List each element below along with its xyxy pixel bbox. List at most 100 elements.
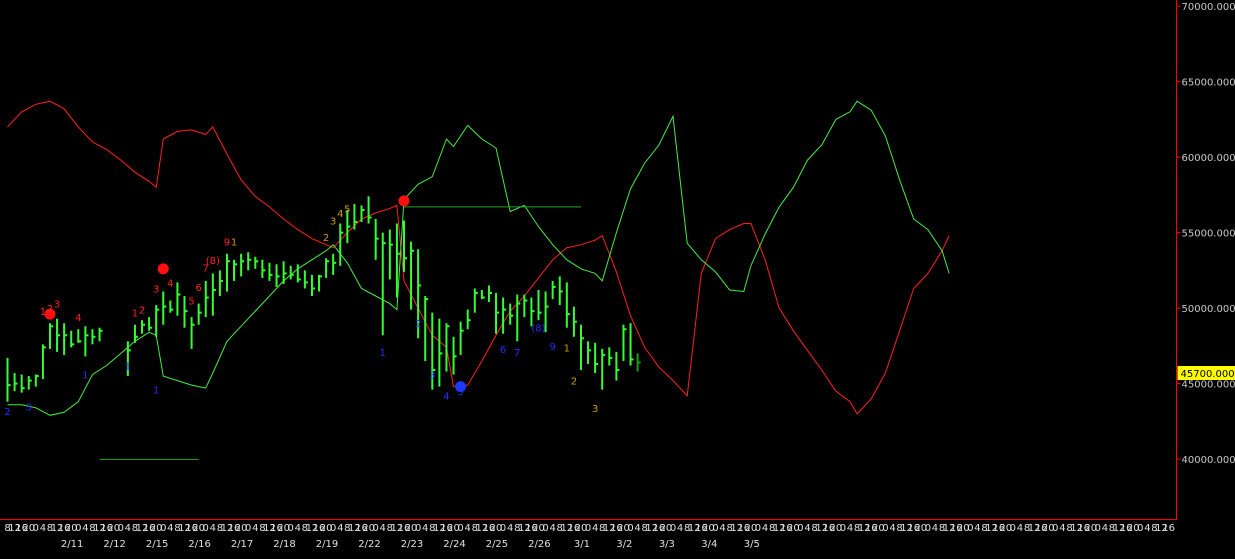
x-hour-label: 0 xyxy=(755,523,761,534)
x-hour-label: 16 xyxy=(1162,523,1175,534)
ohlc-bar xyxy=(551,280,556,300)
ohlc-bar xyxy=(466,309,471,330)
ohlc-bar xyxy=(254,256,259,269)
x-date-label: 2/17 xyxy=(231,539,253,550)
count-label: 7 xyxy=(514,348,520,359)
y-tick-label: 65000.0000 xyxy=(1182,78,1235,89)
last-price-label: 45700.0000 xyxy=(1181,369,1235,380)
ohlc-bar xyxy=(537,289,542,321)
x-hour-label: 4 xyxy=(847,523,853,534)
x-hour-label: 0 xyxy=(670,523,676,534)
count-label: 5 xyxy=(457,387,463,398)
red-series-line xyxy=(7,100,950,415)
count-label: 2 xyxy=(415,319,421,330)
ohlc-bar xyxy=(240,253,245,277)
x-date-label: 2/19 xyxy=(316,539,338,550)
x-hour-label: 0 xyxy=(245,523,251,534)
x-hour-label: 0 xyxy=(203,523,209,534)
ohlc-bar xyxy=(155,305,160,337)
x-hour-label: 0 xyxy=(882,523,888,534)
ohlc-bar xyxy=(544,291,549,333)
ohlc-bar xyxy=(381,232,386,336)
chart-window: 2 3 1 2 3 4 1 1 1 2 3 1 4 5 6 7 (8) 9 1 2 3 4 5 1 2 3 4 5 6 7 (8) 9 1 2 3 … xyxy=(0,0,1235,559)
x-hour-label: 4 xyxy=(422,523,428,534)
ohlc-bar xyxy=(233,259,238,281)
x-hour-label: 0 xyxy=(372,523,378,534)
x-date-label: 3/1 xyxy=(574,539,590,550)
x-hour-label: 4 xyxy=(1102,523,1108,534)
count-label: 3 xyxy=(54,300,60,311)
ohlc-bar xyxy=(48,323,53,349)
ohlc-bar xyxy=(6,357,11,402)
green-series-line xyxy=(7,100,950,416)
x-hour-label: 0 xyxy=(967,523,973,534)
ohlc-bar xyxy=(332,253,337,275)
ohlc-bar xyxy=(13,373,18,392)
count-label: 1 xyxy=(564,343,570,354)
x-hour-label: 0 xyxy=(75,523,81,534)
x-hour-label: 0 xyxy=(585,523,591,534)
x-date-label: 3/5 xyxy=(744,539,760,550)
ohlc-bar xyxy=(459,321,464,355)
ohlc-bar xyxy=(98,327,103,342)
ohlc-bar xyxy=(530,297,535,327)
count-label: 4 xyxy=(337,209,343,220)
count-label: 1 xyxy=(153,386,159,397)
count-label: 2 xyxy=(323,233,329,244)
y-tick-label: 55000.0000 xyxy=(1182,229,1235,240)
x-date-label: 2/24 xyxy=(443,539,465,550)
x-date-label: 2/25 xyxy=(486,539,508,550)
ohlc-bar xyxy=(303,270,308,289)
x-date-label: 2/26 xyxy=(528,539,550,550)
ohlc-bar xyxy=(20,374,25,393)
count-label: 2 xyxy=(4,407,10,418)
ohlc-bar xyxy=(452,336,457,375)
x-hour-label: 0 xyxy=(797,523,803,534)
ohlc-bars xyxy=(6,196,641,402)
x-hour-label: 4 xyxy=(210,523,216,534)
count-label: 3 xyxy=(330,217,336,228)
ohlc-bar xyxy=(56,318,61,352)
count-label: 4 xyxy=(167,278,173,289)
count-label: 4 xyxy=(443,392,449,403)
ohlc-bar xyxy=(402,220,407,272)
x-hour-label: 0 xyxy=(1095,523,1101,534)
ohlc-bar xyxy=(579,324,584,371)
y-tick-label: 40000.0000 xyxy=(1182,455,1235,466)
x-hour-label: 4 xyxy=(974,523,980,534)
ohlc-bar xyxy=(176,282,181,316)
x-hour-label: 4 xyxy=(762,523,768,534)
count-label: (8) xyxy=(531,324,545,335)
ohlc-bar xyxy=(282,261,287,284)
ohlc-bar xyxy=(63,323,68,355)
ohlc-bar xyxy=(325,258,330,278)
ohlc-bar xyxy=(218,270,223,297)
ohlc-bar xyxy=(169,300,174,313)
x-hour-label: 0 xyxy=(288,523,294,534)
count-label: 9 xyxy=(549,342,555,353)
count-label: 3 xyxy=(153,284,159,295)
x-hour-label: 0 xyxy=(627,523,633,534)
x-hour-label: 0 xyxy=(160,523,166,534)
y-tick-label: 45000.0000 xyxy=(1182,380,1235,391)
x-hour-label: 0 xyxy=(118,523,124,534)
x-hour-label: 4 xyxy=(1144,523,1150,534)
ohlc-bar xyxy=(247,252,252,271)
ohlc-bar xyxy=(367,196,372,224)
ohlc-bar xyxy=(608,347,613,366)
ohlc-bar xyxy=(565,282,570,328)
x-hour-label: 0 xyxy=(1052,523,1058,534)
ohlc-bar xyxy=(424,296,429,361)
price-chart[interactable]: 2 31 2 34111 2314567(8)9 1 234 51234 56 7(8)9 123 … xyxy=(0,0,1235,559)
count-label: 6 xyxy=(500,345,506,356)
ohlc-bar xyxy=(84,326,89,357)
x-hour-label: 4 xyxy=(1059,523,1065,534)
ohlc-bar xyxy=(318,274,323,292)
x-hour-label: 4 xyxy=(252,523,258,534)
ohlc-bar xyxy=(34,374,39,387)
x-date-label: 2/23 xyxy=(401,539,423,550)
ohlc-bar xyxy=(190,317,195,349)
ohlc-bar xyxy=(162,291,167,325)
ohlc-bar xyxy=(622,324,627,361)
ohlc-bar xyxy=(374,219,379,260)
